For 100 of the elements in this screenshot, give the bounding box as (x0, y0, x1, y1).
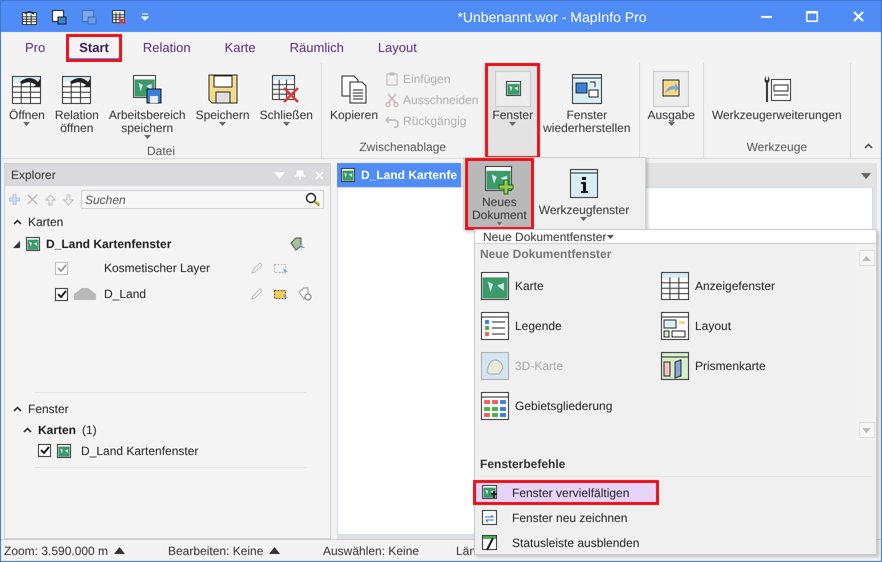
section-heading: Fensterbefehle (479, 456, 566, 473)
map-window-icon (26, 237, 40, 251)
scroll-up-icon (862, 256, 871, 261)
restore-windows-icon (572, 74, 602, 104)
menu-item[interactable]: Fenster neu zeichnen (472, 504, 660, 531)
status-bar-icon (482, 534, 498, 550)
caret-up-icon (114, 547, 126, 554)
group-label: Karten (38, 422, 76, 436)
caret-icon (668, 122, 675, 126)
map-window-icon (341, 168, 355, 182)
open-table-icon (62, 74, 92, 104)
ribbon-button[interactable]: Fenster wiederherstellen (538, 65, 636, 138)
minimize-icon (760, 16, 772, 18)
scroll-down-icon (862, 428, 871, 432)
ribbon-tab[interactable]: Start (68, 36, 120, 60)
caret-icon (282, 122, 290, 126)
menu-item[interactable]: Statusleiste ausblenden (472, 529, 660, 556)
panel-title: Explorer (11, 168, 57, 182)
group-label: Datei (146, 143, 176, 160)
caret-icon (144, 135, 151, 139)
open-table-icon (21, 8, 37, 24)
group-label: Werkzeuge (746, 139, 808, 156)
ribbon-button[interactable]: Werkzeugerweiterungen (706, 65, 847, 125)
caret-up-icon (269, 547, 280, 554)
caret-icon (580, 217, 588, 221)
section-label: Fenster (28, 402, 69, 416)
ribbon-button[interactable]: Kopieren (324, 65, 384, 125)
section-label: Karten (28, 215, 64, 229)
map-window-title: D_Land Kartenfe (361, 168, 458, 182)
paste-icon (385, 72, 400, 86)
map-window-name[interactable]: D_Land Kartenfenster (46, 237, 172, 251)
menu-item[interactable]: Legende (479, 308, 659, 344)
window-checkbox[interactable] (38, 444, 51, 457)
caret-icon (23, 122, 30, 126)
ribbon-button[interactable]: Fenster (487, 65, 538, 157)
ribbon-tab[interactable]: Pro (14, 36, 56, 60)
filter-dropdown[interactable]: Neue Dokumentfenster (475, 230, 876, 244)
layer-checkbox[interactable] (55, 288, 68, 300)
scissors-icon (385, 92, 400, 106)
maximize-icon (806, 11, 818, 22)
window-name[interactable]: D_Land Kartenfenster (81, 444, 198, 458)
pencil-icon (250, 287, 264, 301)
status-text: Zoom: 3.590.000 m (4, 544, 108, 558)
ribbon-tab[interactable]: Räumlich (278, 36, 355, 60)
selectable-icon (273, 287, 289, 301)
window-title: *Unbenannt.wor - MapInfo Pro (456, 8, 648, 24)
layout-icon (661, 312, 689, 340)
window-count: (1) (82, 422, 97, 436)
save-workspace-icon (132, 74, 162, 104)
customize-icon (141, 12, 149, 20)
collapse-icon (13, 406, 22, 412)
ribbon-button[interactable]: Ausgabe (642, 65, 700, 129)
ribbon-tab[interactable]: Karte (214, 36, 267, 60)
ribbon-tab[interactable]: Layout (366, 36, 428, 60)
region-grid-icon (481, 392, 509, 420)
new-map-icon (484, 164, 514, 195)
menu-item[interactable]: Layout (659, 308, 839, 344)
ribbon-button[interactable]: Arbeitsbereich speichern (104, 65, 191, 142)
selectable-icon (273, 261, 289, 275)
ribbon-tab[interactable]: Relation (132, 36, 202, 60)
menu-item[interactable]: Gebietsgliederung (479, 388, 659, 424)
menu-item[interactable]: Fenster vervielfältigen (472, 479, 660, 506)
search-icon (305, 192, 321, 207)
collapse-icon (13, 219, 22, 225)
save-workspace-icon (81, 8, 97, 24)
layer-name[interactable]: D_Land (104, 287, 146, 301)
close-icon (315, 170, 324, 180)
dropdown-icon (861, 173, 871, 179)
status-text: Bearbeiten: Keine (168, 544, 264, 558)
ribbon-button[interactable]: Öffnen (4, 65, 50, 129)
redraw-window-icon (482, 510, 498, 526)
table-icon (661, 272, 689, 300)
scroll-down-button[interactable] (858, 422, 874, 438)
menu-item[interactable]: Anzeigefenster (659, 268, 839, 304)
label-icon (298, 287, 312, 301)
caret-icon (496, 222, 503, 225)
add-icon (9, 194, 20, 205)
close-icon (852, 11, 864, 22)
pin-icon (295, 170, 305, 180)
popup-button[interactable]: Neues Dokument (467, 160, 532, 228)
caret-icon (219, 122, 226, 126)
caret-icon (607, 234, 614, 239)
ribbon-button[interactable]: Relation öffnen (50, 65, 104, 138)
close-table-icon (271, 74, 302, 104)
group-label: Zwischenablage (358, 139, 448, 156)
map-window-icon (494, 71, 531, 107)
copy-icon (340, 74, 368, 104)
menu-item[interactable]: Prismenkarte (659, 348, 839, 384)
collapse-ribbon-icon (864, 143, 873, 149)
search-field[interactable]: Suchen (81, 190, 324, 209)
map-icon (481, 272, 509, 300)
scroll-up-button[interactable] (858, 250, 874, 266)
wrench-window-icon (762, 74, 792, 104)
menu-item[interactable]: Karte (479, 268, 659, 304)
section-heading: Neue Dokumentfenster (479, 246, 612, 264)
ribbon-button[interactable]: Speichern (190, 65, 255, 129)
popup-button[interactable]: Werkzeugfenster (534, 160, 634, 228)
open-table-icon (12, 74, 42, 104)
pencil-icon (250, 261, 264, 275)
ribbon-button[interactable]: Schließen (254, 65, 318, 129)
